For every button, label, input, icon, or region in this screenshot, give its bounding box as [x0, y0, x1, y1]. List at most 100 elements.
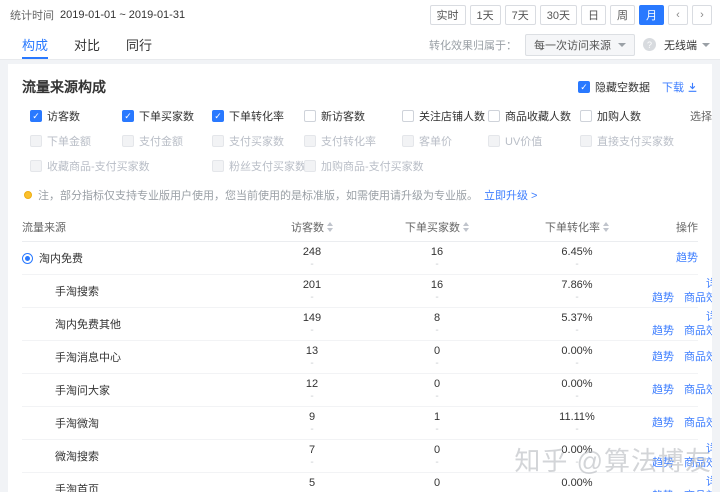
info-icon[interactable]: ?: [643, 38, 656, 51]
rate-cell: 11.11%-: [502, 411, 652, 435]
action-link[interactable]: 趋势: [652, 292, 674, 305]
column-header-rate[interactable]: 下单转化率: [502, 219, 652, 235]
next-period-button[interactable]: ›: [692, 5, 712, 25]
sort-icon[interactable]: [327, 219, 333, 235]
tab[interactable]: 对比: [74, 30, 100, 59]
metric-checkbox[interactable]: ✓ 支付买家数: [212, 133, 304, 149]
metric-checkbox[interactable]: ✓ 下单金额: [30, 133, 122, 149]
chevron-down-icon: [702, 43, 710, 51]
hide-empty-checkbox[interactable]: ✓ 隐藏空数据: [578, 79, 650, 95]
action-link[interactable]: 详情: [706, 476, 712, 489]
action-link[interactable]: 趋势: [652, 457, 674, 470]
metric-checkbox[interactable]: ✓ 客单价: [402, 133, 488, 149]
action-link[interactable]: 趋势: [676, 252, 698, 265]
metric-checkbox[interactable]: ✓ 直接支付买家数: [580, 133, 690, 149]
terminal-value: 无线端: [664, 37, 697, 53]
action-link[interactable]: 详情: [706, 278, 712, 291]
table-row: 微淘搜索 7- 0- 0.00%- 详情趋势商品效果: [22, 440, 698, 473]
metric-checkbox[interactable]: ✓ 收藏商品-支付买家数: [30, 158, 212, 174]
column-header-source[interactable]: 流量来源: [22, 219, 252, 235]
upgrade-link[interactable]: 立即升级 >: [484, 187, 537, 203]
action-link[interactable]: 商品效果: [684, 325, 712, 338]
metric-checkbox[interactable]: ✓ 加购人数: [580, 108, 690, 124]
checkbox-icon: ✓: [30, 135, 42, 147]
source-name-cell: 淘内免费其他: [22, 316, 252, 332]
action-line: 趋势商品效果: [652, 325, 712, 338]
action-link[interactable]: 详情: [706, 311, 712, 324]
action-link[interactable]: 商品效果: [684, 457, 712, 470]
column-header-visitors[interactable]: 访客数: [252, 219, 372, 235]
metric-checkbox[interactable]: ✓ UV价值: [488, 133, 580, 149]
sort-icon[interactable]: [463, 219, 469, 235]
visitors-cell: 201-: [252, 279, 372, 303]
visitors-cell: 7-: [252, 444, 372, 468]
table-row: 手淘首页 5- 0- 0.00%- 详情趋势商品效果: [22, 473, 698, 492]
stat-time-range[interactable]: 2019-01-01 ~ 2019-01-31: [60, 9, 185, 21]
range-button[interactable]: 周: [610, 5, 635, 25]
download-button[interactable]: 下载: [662, 79, 698, 95]
metric-checkbox[interactable]: ✓ 粉丝支付买家数: [212, 158, 304, 174]
tab[interactable]: 构成: [22, 30, 48, 59]
action-line: 趋势: [676, 252, 698, 265]
attribution-select[interactable]: 每一次访问来源: [525, 34, 635, 56]
column-header-actions: 操作: [652, 219, 698, 235]
buyers-cell: 0-: [372, 477, 502, 492]
action-line: 详情: [706, 311, 712, 324]
action-link[interactable]: 商品效果: [684, 384, 712, 397]
range-button[interactable]: 日: [581, 5, 606, 25]
sort-icon[interactable]: [603, 219, 609, 235]
action-link[interactable]: 趋势: [652, 325, 674, 338]
tabs-row: 构成对比同行 转化效果归属于： 每一次访问来源 ? 无线端: [0, 30, 720, 60]
metric-checkbox[interactable]: ✓ 访客数: [30, 108, 122, 124]
metric-checkbox[interactable]: ✓ 加购商品-支付买家数: [304, 158, 488, 174]
action-link[interactable]: 商品效果: [684, 292, 712, 305]
checkbox-icon: ✓: [212, 110, 224, 122]
source-name: 微淘搜索: [55, 448, 99, 464]
rate-cell: 0.00%-: [502, 345, 652, 369]
checkbox-icon: ✓: [488, 110, 500, 122]
terminal-select[interactable]: 无线端: [664, 37, 710, 53]
action-line: 趋势商品效果: [652, 457, 712, 470]
metric-label: 下单转化率: [229, 108, 284, 124]
actions-cell: 详情趋势商品效果: [652, 443, 712, 470]
buyers-cell: 8-: [372, 312, 502, 336]
actions-cell: 趋势商品效果: [652, 384, 712, 397]
actions-cell: 趋势商品效果: [652, 351, 712, 364]
action-link[interactable]: 趋势: [652, 351, 674, 364]
action-link[interactable]: 详情: [706, 443, 712, 456]
metric-checkbox[interactable]: ✓ 下单买家数: [122, 108, 212, 124]
chevron-left-icon: ‹: [676, 9, 680, 21]
action-link[interactable]: 趋势: [652, 417, 674, 430]
metric-checkbox[interactable]: ✓ 新访客数: [304, 108, 402, 124]
range-button[interactable]: 实时: [430, 5, 466, 25]
section-title: 流量来源构成: [22, 77, 106, 97]
metric-checkbox[interactable]: ✓ 下单转化率: [212, 108, 304, 124]
chevron-down-icon: [618, 43, 626, 51]
tabs: 构成对比同行: [22, 30, 178, 59]
checkbox-icon: ✓: [402, 135, 414, 147]
range-button[interactable]: 7天: [505, 5, 536, 25]
metric-checkbox[interactable]: ✓ 支付金额: [122, 133, 212, 149]
action-link[interactable]: 商品效果: [684, 351, 712, 364]
range-button[interactable]: 30天: [540, 5, 577, 25]
action-link[interactable]: 趋势: [652, 384, 674, 397]
buyers-cell: 0-: [372, 345, 502, 369]
notice-text: 注，部分指标仅支持专业版用户使用，您当前使用的是标准版，如需使用请升级为专业版。: [38, 187, 478, 203]
metric-select-info: 选择 3/5重置: [690, 108, 712, 124]
metric-checkbox[interactable]: ✓ 商品收藏人数: [488, 108, 580, 124]
action-link[interactable]: 商品效果: [684, 417, 712, 430]
rate-cell: 0.00%-: [502, 378, 652, 402]
prev-period-button[interactable]: ‹: [668, 5, 688, 25]
metric-label: 访客数: [47, 108, 80, 124]
column-header-buyers[interactable]: 下单买家数: [372, 219, 502, 235]
checkbox-icon: ✓: [212, 160, 224, 172]
metric-checkbox[interactable]: ✓ 关注店铺人数: [402, 108, 488, 124]
visitors-cell: 248-: [252, 246, 372, 270]
range-button[interactable]: 月: [639, 5, 664, 25]
range-button[interactable]: 1天: [470, 5, 501, 25]
download-icon: [687, 82, 698, 93]
tab[interactable]: 同行: [126, 30, 152, 59]
metric-checkbox[interactable]: ✓ 支付转化率: [304, 133, 402, 149]
metric-label: UV价值: [505, 133, 542, 149]
checkbox-icon: ✓: [304, 160, 316, 172]
